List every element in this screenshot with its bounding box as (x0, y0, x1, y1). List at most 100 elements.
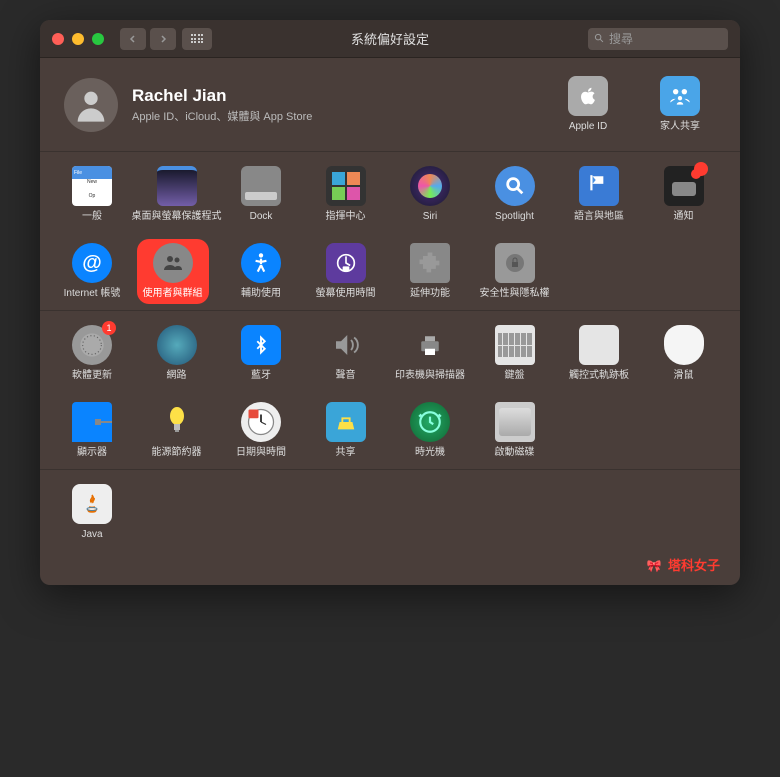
pref-mission[interactable]: 指揮中心 (310, 166, 382, 223)
access-icon (241, 243, 281, 283)
nav-buttons (120, 28, 176, 50)
pref-label: Dock (250, 210, 273, 223)
pref-startup[interactable]: 啟動磁碟 (479, 402, 551, 459)
pref-label: 滑鼠 (674, 369, 694, 382)
mission-icon (326, 166, 366, 206)
trackpad-icon (579, 325, 619, 365)
users-icon (153, 243, 193, 283)
pref-java[interactable]: Java (56, 484, 128, 541)
network-icon (157, 325, 197, 365)
pref-label: 日期與時間 (236, 446, 286, 459)
pref-section: 1軟體更新網路 藍牙 聲音 印表機與掃描器 鍵盤 觸控式軌跡板 滑鼠顯示器能源節約器 日期與時… (40, 311, 740, 470)
search-field[interactable]: 搜尋 (588, 28, 728, 50)
pref-apple-id[interactable]: Apple ID (552, 76, 624, 133)
printer-icon (410, 325, 450, 365)
siri-icon (410, 166, 450, 206)
pref-extensions[interactable]: 延伸功能 (394, 243, 466, 300)
pref-mouse[interactable]: 滑鼠 (648, 325, 720, 382)
back-button[interactable] (120, 28, 146, 50)
ext-icon (410, 243, 450, 283)
time-icon (410, 402, 450, 442)
pref-grid: 顯示器能源節約器 日期與時間 共享時光機 啟動磁碟 (56, 402, 724, 459)
close-button[interactable] (52, 33, 64, 45)
pref-label: 鍵盤 (505, 369, 525, 382)
pref-trackpad[interactable]: 觸控式軌跡板 (563, 325, 635, 382)
pref-family-sharing[interactable]: 家人共享 (644, 76, 716, 133)
pref-displays[interactable]: 顯示器 (56, 402, 128, 459)
display-icon (72, 402, 112, 442)
pref-timemachine[interactable]: 時光機 (394, 402, 466, 459)
search-placeholder: 搜尋 (609, 30, 633, 47)
pref-printers[interactable]: 印表機與掃描器 (394, 325, 466, 382)
zoom-button[interactable] (92, 33, 104, 45)
pref-label: 藍牙 (251, 369, 271, 382)
pref-label: Spotlight (495, 210, 534, 223)
pref-label: 啟動磁碟 (495, 446, 535, 459)
minimize-button[interactable] (72, 33, 84, 45)
datetime-icon (241, 402, 281, 442)
pref-update[interactable]: 1軟體更新 (56, 325, 128, 382)
pref-label: 能源節約器 (152, 446, 202, 459)
pref-accessibility[interactable]: 輔助使用 (225, 243, 297, 300)
pref-label: 桌面與螢幕保護程式 (132, 210, 222, 223)
security-icon (495, 243, 535, 283)
user-subtitle: Apple ID、iCloud、媒體與 App Store (132, 108, 552, 124)
pref-grid: 1軟體更新網路 藍牙 聲音 印表機與掃描器 鍵盤 觸控式軌跡板 滑鼠 (56, 325, 724, 382)
pref-security[interactable]: 安全性與隱私權 (479, 243, 551, 300)
pref-label: 觸控式軌跡板 (569, 369, 629, 382)
pref-label: 網路 (167, 369, 187, 382)
badge: 1 (102, 321, 116, 335)
window-controls (52, 33, 104, 45)
update-icon: 1 (72, 325, 112, 365)
pref-general[interactable]: FileNewOp一般 (56, 166, 128, 223)
startup-icon (495, 402, 535, 442)
bt-icon (241, 325, 281, 365)
pref-label: 延伸功能 (410, 287, 450, 300)
pref-label: 使用者與群組 (143, 287, 203, 300)
user-info: Rachel Jian Apple ID、iCloud、媒體與 App Stor… (132, 86, 552, 124)
pref-network[interactable]: 網路 (141, 325, 213, 382)
dock-icon (241, 166, 281, 206)
pref-energy[interactable]: 能源節約器 (141, 402, 213, 459)
pref-bluetooth[interactable]: 藍牙 (225, 325, 297, 382)
pref-label: 聲音 (336, 369, 356, 382)
pref-grid: Java (56, 484, 724, 541)
pref-grid: @Internet 帳號使用者與群組 輔助使用 螢幕使用時間延伸功能 安全性與隱私權 (56, 243, 724, 300)
pref-desktop[interactable]: 桌面與螢幕保護程式 (141, 166, 213, 223)
pref-users[interactable]: 使用者與群組 (137, 239, 209, 304)
titlebar: 系統偏好設定 搜尋 (40, 20, 740, 58)
apple-icon (568, 76, 608, 116)
spotlight-icon (495, 166, 535, 206)
pref-label: Apple ID (569, 120, 607, 133)
pref-label: 語言與地區 (574, 210, 624, 223)
pref-notifications[interactable]: 通知 (648, 166, 720, 223)
pref-keyboard[interactable]: 鍵盤 (479, 325, 551, 382)
forward-button[interactable] (150, 28, 176, 50)
user-header: Rachel Jian Apple ID、iCloud、媒體與 App Stor… (40, 58, 740, 152)
pref-datetime[interactable]: 日期與時間 (225, 402, 297, 459)
badge (694, 162, 708, 176)
screentime-icon (326, 243, 366, 283)
pref-sound[interactable]: 聲音 (310, 325, 382, 382)
pref-label: 指揮中心 (326, 210, 366, 223)
pref-spotlight[interactable]: Spotlight (479, 166, 551, 223)
show-all-button[interactable] (182, 28, 212, 50)
pref-section: Java (40, 470, 740, 551)
pref-label: Java (81, 528, 102, 541)
system-preferences-window: 系統偏好設定 搜尋 Rachel Jian Apple ID、iCloud、媒體… (40, 20, 740, 585)
pref-dock[interactable]: Dock (225, 166, 297, 223)
pref-label: 通知 (674, 210, 694, 223)
pref-siri[interactable]: Siri (394, 166, 466, 223)
pref-label: 輔助使用 (241, 287, 281, 300)
pref-internet[interactable]: @Internet 帳號 (56, 243, 128, 300)
user-avatar[interactable] (64, 78, 118, 132)
pref-label: 印表機與掃描器 (395, 369, 465, 382)
pref-label: 時光機 (415, 446, 445, 459)
pref-screentime[interactable]: 螢幕使用時間 (310, 243, 382, 300)
pref-section: FileNewOp一般桌面與螢幕保護程式 Dock 指揮中心 Siri Spotligh… (40, 152, 740, 311)
pref-sharing[interactable]: 共享 (310, 402, 382, 459)
lang-icon (579, 166, 619, 206)
pref-language[interactable]: 語言與地區 (563, 166, 635, 223)
keyboard-icon (495, 325, 535, 365)
header-icons: Apple ID 家人共享 (552, 76, 716, 133)
